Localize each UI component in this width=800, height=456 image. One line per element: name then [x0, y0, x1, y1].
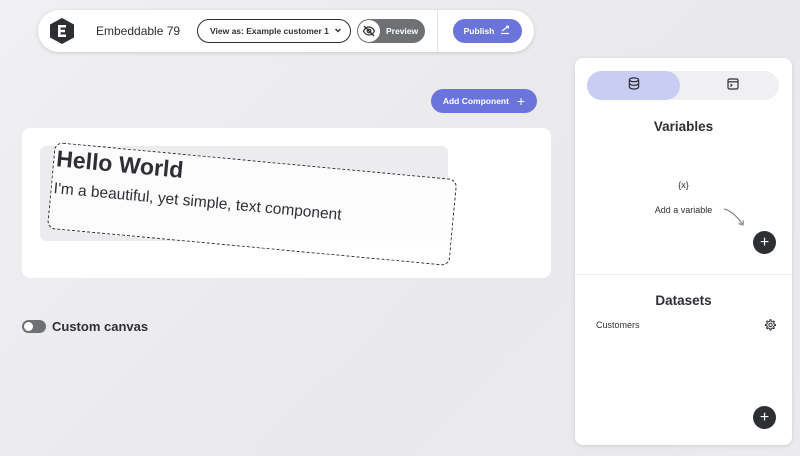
view-as-label: View as: Example customer 1	[210, 26, 329, 36]
panel-divider	[575, 274, 792, 275]
add-dataset-button[interactable]: +	[753, 406, 776, 429]
datasets-title: Datasets	[655, 293, 712, 308]
add-variable-text: Add a variable	[654, 205, 713, 215]
publish-label: Publish	[463, 26, 495, 36]
dataset-name: Customers	[596, 320, 640, 330]
toolbar-divider	[437, 10, 438, 52]
chevron-down-icon	[334, 26, 342, 36]
tab-code[interactable]	[686, 71, 779, 100]
side-panel: Variables {x} Add a variable + Datasets …	[575, 58, 792, 445]
preview-label: Preview	[386, 26, 419, 36]
preview-button[interactable]: Preview	[357, 19, 425, 43]
custom-canvas-label: Custom canvas	[52, 319, 149, 334]
top-toolbar: Embeddable 79 View as: Example customer …	[38, 10, 534, 52]
variable-icon: {x}	[678, 180, 689, 190]
add-component-label: Add Component	[442, 96, 509, 106]
curved-arrow-icon	[723, 208, 745, 226]
app-title: Embeddable 79	[96, 24, 181, 38]
gear-icon[interactable]	[764, 319, 777, 333]
view-as-dropdown[interactable]: View as: Example customer 1	[197, 19, 351, 43]
plus-icon: +	[516, 93, 526, 109]
variables-title: Variables	[653, 119, 714, 134]
publish-button[interactable]: Publish	[453, 19, 522, 43]
publish-icon	[500, 25, 511, 37]
add-variable-button[interactable]: +	[753, 231, 776, 254]
panel-tab-switcher	[587, 71, 779, 100]
toggle-knob	[24, 322, 33, 331]
embeddable-logo-icon[interactable]	[50, 18, 74, 44]
tab-data[interactable]	[587, 71, 680, 100]
custom-canvas-toggle[interactable]	[22, 320, 46, 333]
eye-off-icon	[358, 20, 380, 42]
dataset-item[interactable]: Customers	[596, 319, 777, 334]
code-window-icon	[726, 77, 739, 95]
database-icon	[628, 76, 640, 95]
add-component-button[interactable]: Add Component +	[431, 89, 537, 113]
